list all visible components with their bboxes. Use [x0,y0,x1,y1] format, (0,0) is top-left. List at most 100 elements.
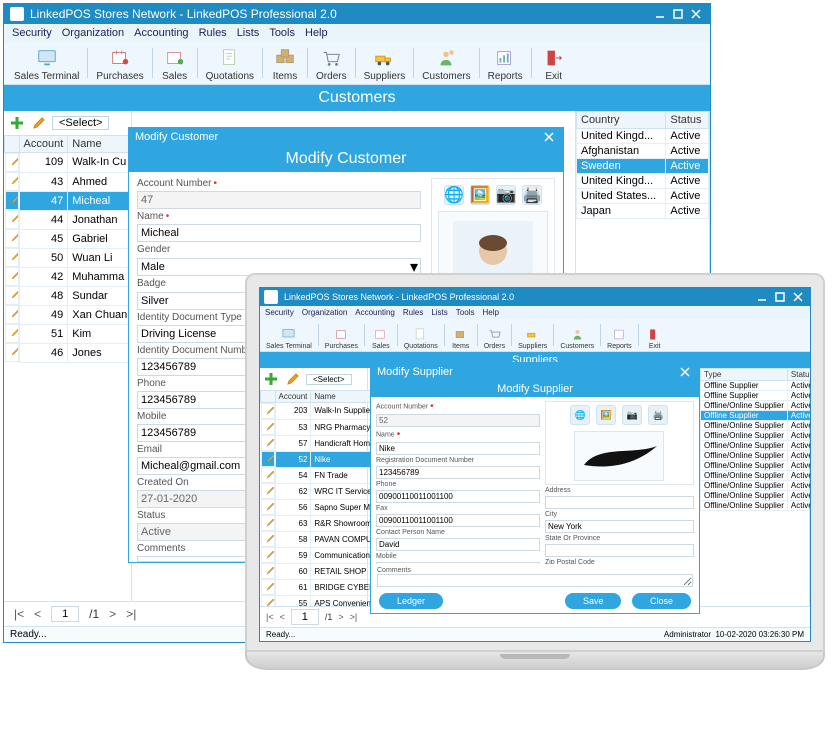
table-row[interactable]: 49Xan Chuan [5,305,132,324]
table-row[interactable]: United Kingd...Active [577,129,709,144]
col-type[interactable]: Type [701,369,788,381]
tb-suppliers[interactable]: Suppliers [358,44,412,82]
col-account[interactable]: Account [275,391,311,403]
pager-next-icon[interactable]: > [338,612,343,622]
window-maximize-icon[interactable] [772,290,788,304]
tb-orders[interactable]: Orders [480,325,509,350]
table-row[interactable]: AfghanistanActive [577,144,709,159]
table-row[interactable]: Offline SupplierActive [701,411,811,421]
input-name[interactable] [137,224,421,242]
table-row[interactable]: 42Muhamma [5,267,132,286]
pager-page-input[interactable] [51,606,79,622]
pager-first-icon[interactable]: |< [14,607,24,621]
add-button[interactable] [262,370,280,388]
menu-accounting[interactable]: Accounting [134,27,188,39]
tb-exit[interactable]: Exit [641,325,669,350]
close-button[interactable]: Close [632,593,691,609]
table-row[interactable]: Offline/Online SupplierActive [701,471,811,481]
menu-security[interactable]: Security [265,308,294,317]
menu-rules[interactable]: Rules [403,308,423,317]
table-row[interactable]: Offline/Online SupplierActive [701,431,811,441]
tb-suppliers[interactable]: Suppliers [514,325,551,350]
col-account[interactable]: Account [19,136,68,153]
menu-help[interactable]: Help [482,308,498,317]
table-row[interactable]: Offline/Online SupplierActive [701,501,811,511]
tb-customers[interactable]: Customers [416,44,476,82]
photo-browse-icon[interactable]: 🌐 [444,185,464,205]
pager-prev-icon[interactable]: < [280,612,285,622]
tb-purchases[interactable]: Purchases [90,44,149,82]
tb-sales[interactable]: Sales [367,325,395,350]
input-city[interactable] [545,520,694,533]
menu-lists[interactable]: Lists [237,27,260,39]
menu-organization[interactable]: Organization [302,308,347,317]
table-row[interactable]: Offline/Online SupplierActive [701,461,811,471]
table-row[interactable]: 45Gabriel [5,229,132,248]
tb-reports[interactable]: Reports [603,325,636,350]
table-row[interactable]: 47Micheal [5,191,132,210]
tb-sales-terminal[interactable]: Sales Terminal [8,44,85,82]
input-name[interactable] [376,442,540,455]
table-row[interactable]: 43Ahmed [5,172,132,191]
photo-camera-icon[interactable]: 📷 [622,405,642,425]
input-regnum[interactable] [376,466,540,479]
col-status[interactable]: Status [787,369,810,381]
grid-select-label[interactable]: <Select> [52,116,109,130]
pager-last-icon[interactable]: >| [126,607,136,621]
table-row[interactable]: 44Jonathan [5,210,132,229]
add-button[interactable] [8,114,26,132]
menu-organization[interactable]: Organization [62,27,124,39]
table-row[interactable]: Offline/Online SupplierActive [701,481,811,491]
table-row[interactable]: Offline SupplierActive [701,391,811,401]
tb-exit[interactable]: Exit [534,44,574,82]
window-close-icon[interactable] [790,290,806,304]
modal-close-icon[interactable] [541,130,557,144]
photo-upload-icon[interactable]: 🖼️ [596,405,616,425]
table-row[interactable]: 48Sundar [5,286,132,305]
edit-button[interactable] [284,370,302,388]
col-country[interactable]: Country [577,112,666,129]
tb-items[interactable]: Items [265,44,305,82]
photo-upload-icon[interactable]: 🖼️ [470,185,490,205]
table-row[interactable]: Offline/Online SupplierActive [701,401,811,411]
pager-last-icon[interactable]: >| [350,612,358,622]
table-row[interactable]: Offline/Online SupplierActive [701,421,811,431]
tb-reports[interactable]: Reports [482,44,529,82]
input-comments[interactable] [377,574,693,587]
tb-quotations[interactable]: Quotations [200,44,260,82]
tb-purchases[interactable]: Purchases [321,325,362,350]
table-row[interactable]: Offline/Online SupplierActive [701,441,811,451]
grid-select-label[interactable]: <Select> [306,374,352,385]
input-phone[interactable] [376,490,540,503]
tb-orders[interactable]: Orders [310,44,353,82]
pager-next-icon[interactable]: > [109,607,116,621]
input-contact[interactable] [376,538,540,551]
input-address[interactable] [545,496,694,509]
menu-help[interactable]: Help [305,27,328,39]
photo-browse-icon[interactable]: 🌐 [570,405,590,425]
menu-security[interactable]: Security [12,27,52,39]
input-fax[interactable] [376,514,540,527]
table-row[interactable]: 109Walk-In Cu [5,153,132,173]
photo-print-icon[interactable]: 🖨️ [522,185,542,205]
table-row[interactable]: 50Wuan Li [5,248,132,267]
pager-page-input[interactable] [291,609,319,625]
save-button[interactable]: Save [565,593,622,609]
table-row[interactable]: JapanActive [577,204,709,219]
photo-camera-icon[interactable]: 📷 [496,185,516,205]
table-row[interactable]: SwedenActive [577,159,709,174]
ledger-button[interactable]: Ledger [379,593,443,609]
table-row[interactable]: Offline/Online SupplierActive [701,451,811,461]
tb-sales-terminal[interactable]: Sales Terminal [262,325,316,350]
col-status[interactable]: Status [666,112,709,129]
window-minimize-icon[interactable] [754,290,770,304]
modal-close-icon[interactable] [677,365,693,379]
menu-tools[interactable]: Tools [269,27,295,39]
col-name[interactable]: Name [68,136,132,153]
tb-quotations[interactable]: Quotations [400,325,442,350]
input-state[interactable] [545,544,694,557]
table-row[interactable]: 46Jones [5,343,132,362]
menu-tools[interactable]: Tools [456,308,475,317]
table-row[interactable]: Offline/Online SupplierActive [701,491,811,501]
table-row[interactable]: United States...Active [577,189,709,204]
